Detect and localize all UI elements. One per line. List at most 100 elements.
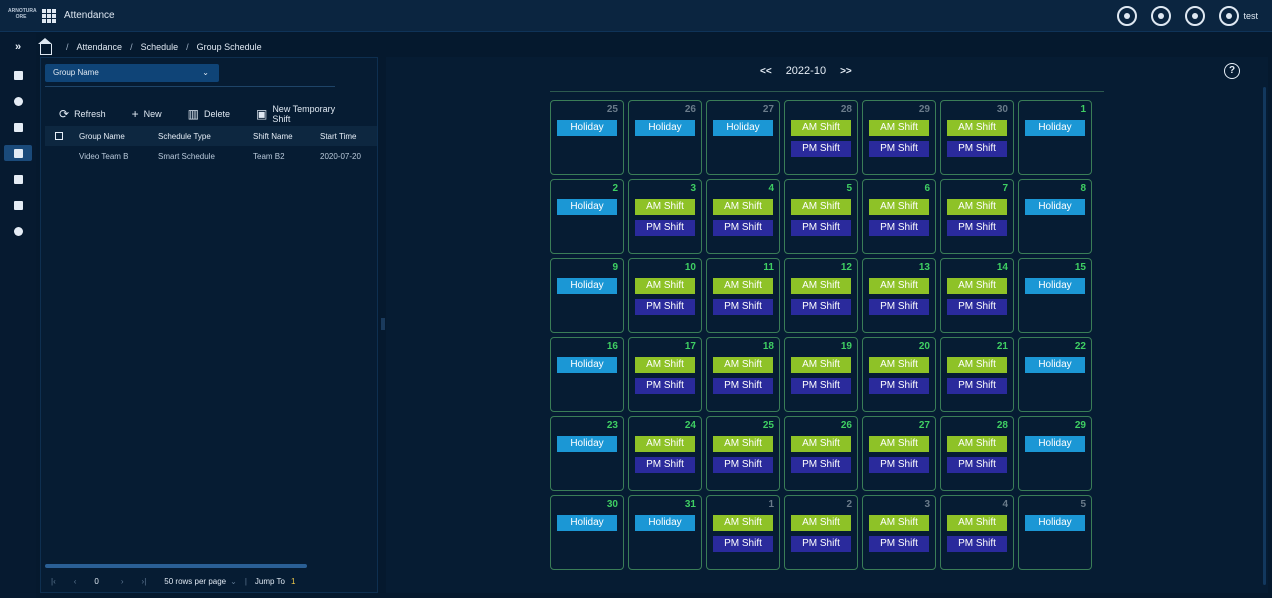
- next-page-icon[interactable]: ›: [121, 577, 124, 586]
- col-schedule-type[interactable]: Schedule Type: [158, 132, 211, 141]
- dashboard-icon[interactable]: [10, 67, 26, 83]
- breadcrumb-attendance[interactable]: Attendance: [77, 42, 123, 52]
- calendar-icon[interactable]: [4, 145, 32, 161]
- calendar-day-cell[interactable]: 25 AM Shift PM Shift: [706, 416, 780, 491]
- next-month-button[interactable]: >>: [840, 66, 852, 77]
- calendar-day-cell[interactable]: 30 AM Shift PM Shift: [940, 100, 1014, 175]
- am-shift-tag[interactable]: AM Shift: [947, 199, 1007, 215]
- calendar-day-cell[interactable]: 27 AM Shift PM Shift: [862, 416, 936, 491]
- pm-shift-tag[interactable]: PM Shift: [869, 220, 929, 236]
- am-shift-tag[interactable]: AM Shift: [635, 357, 695, 373]
- pm-shift-tag[interactable]: PM Shift: [635, 220, 695, 236]
- calendar-day-cell[interactable]: 21 AM Shift PM Shift: [940, 337, 1014, 412]
- holiday-shift-tag[interactable]: Holiday: [635, 120, 695, 136]
- chevron-down-icon[interactable]: ⌄: [230, 577, 237, 586]
- calendar-day-cell[interactable]: 4 AM Shift PM Shift: [706, 179, 780, 254]
- calendar-day-cell[interactable]: 4 AM Shift PM Shift: [940, 495, 1014, 570]
- calendar-day-cell[interactable]: 12 AM Shift PM Shift: [784, 258, 858, 333]
- schedule-icon[interactable]: [10, 171, 26, 187]
- am-shift-tag[interactable]: AM Shift: [713, 199, 773, 215]
- pm-shift-tag[interactable]: PM Shift: [713, 457, 773, 473]
- col-start-time[interactable]: Start Time: [320, 132, 356, 141]
- holiday-shift-tag[interactable]: Holiday: [557, 515, 617, 531]
- panel-splitter[interactable]: [381, 318, 385, 330]
- camera-icon[interactable]: [1117, 6, 1138, 26]
- holiday-shift-tag[interactable]: Holiday: [1025, 199, 1085, 215]
- calendar-day-cell[interactable]: 26 Holiday: [628, 100, 702, 175]
- holiday-shift-tag[interactable]: Holiday: [1025, 436, 1085, 452]
- table-row[interactable]: Video Team B Smart Schedule Team B2 2020…: [45, 146, 377, 166]
- am-shift-tag[interactable]: AM Shift: [869, 357, 929, 373]
- am-shift-tag[interactable]: AM Shift: [869, 120, 929, 136]
- holiday-shift-tag[interactable]: Holiday: [713, 120, 773, 136]
- calendar-day-cell[interactable]: 3 AM Shift PM Shift: [862, 495, 936, 570]
- holiday-shift-tag[interactable]: Holiday: [557, 199, 617, 215]
- calendar-day-cell[interactable]: 25 Holiday: [550, 100, 624, 175]
- notification-icon[interactable]: [1185, 6, 1206, 26]
- new-temporary-shift-button[interactable]: ▣ New Temporary Shift: [256, 104, 351, 124]
- holiday-shift-tag[interactable]: Holiday: [635, 515, 695, 531]
- prev-page-icon[interactable]: ‹: [74, 577, 77, 586]
- calendar-day-cell[interactable]: 1 Holiday: [1018, 100, 1092, 175]
- am-shift-tag[interactable]: AM Shift: [869, 278, 929, 294]
- calendar-day-cell[interactable]: 2 AM Shift PM Shift: [784, 495, 858, 570]
- calendar-day-cell[interactable]: 6 AM Shift PM Shift: [862, 179, 936, 254]
- am-shift-tag[interactable]: AM Shift: [947, 120, 1007, 136]
- calendar-day-cell[interactable]: 20 AM Shift PM Shift: [862, 337, 936, 412]
- calendar-day-cell[interactable]: 5 AM Shift PM Shift: [784, 179, 858, 254]
- prev-month-button[interactable]: <<: [760, 66, 772, 77]
- am-shift-tag[interactable]: AM Shift: [791, 357, 851, 373]
- holiday-shift-tag[interactable]: Holiday: [1025, 357, 1085, 373]
- holiday-shift-tag[interactable]: Holiday: [1025, 120, 1085, 136]
- pm-shift-tag[interactable]: PM Shift: [947, 378, 1007, 394]
- info-icon[interactable]: [10, 93, 26, 109]
- calendar-day-cell[interactable]: 28 AM Shift PM Shift: [784, 100, 858, 175]
- col-shift-name[interactable]: Shift Name: [253, 132, 293, 141]
- calendar-day-cell[interactable]: 9 Holiday: [550, 258, 624, 333]
- am-shift-tag[interactable]: AM Shift: [713, 357, 773, 373]
- pm-shift-tag[interactable]: PM Shift: [869, 299, 929, 315]
- am-shift-tag[interactable]: AM Shift: [869, 515, 929, 531]
- pm-shift-tag[interactable]: PM Shift: [791, 457, 851, 473]
- pm-shift-tag[interactable]: PM Shift: [869, 141, 929, 157]
- am-shift-tag[interactable]: AM Shift: [947, 357, 1007, 373]
- calendar-day-cell[interactable]: 11 AM Shift PM Shift: [706, 258, 780, 333]
- first-page-icon[interactable]: |‹: [51, 577, 56, 586]
- calendar-day-cell[interactable]: 1 AM Shift PM Shift: [706, 495, 780, 570]
- pm-shift-tag[interactable]: PM Shift: [791, 220, 851, 236]
- am-shift-tag[interactable]: AM Shift: [713, 278, 773, 294]
- report-icon[interactable]: [10, 197, 26, 213]
- calendar-day-cell[interactable]: 29 AM Shift PM Shift: [862, 100, 936, 175]
- pm-shift-tag[interactable]: PM Shift: [947, 536, 1007, 552]
- pm-shift-tag[interactable]: PM Shift: [947, 220, 1007, 236]
- am-shift-tag[interactable]: AM Shift: [635, 436, 695, 452]
- am-shift-tag[interactable]: AM Shift: [635, 199, 695, 215]
- am-shift-tag[interactable]: AM Shift: [635, 278, 695, 294]
- am-shift-tag[interactable]: AM Shift: [791, 278, 851, 294]
- calendar-day-cell[interactable]: 29 Holiday: [1018, 416, 1092, 491]
- pm-shift-tag[interactable]: PM Shift: [635, 378, 695, 394]
- am-shift-tag[interactable]: AM Shift: [869, 436, 929, 452]
- pm-shift-tag[interactable]: PM Shift: [713, 536, 773, 552]
- group-name-select[interactable]: Group Name ⌄: [45, 64, 219, 82]
- expand-icon[interactable]: »: [10, 39, 26, 55]
- pm-shift-tag[interactable]: PM Shift: [947, 141, 1007, 157]
- pm-shift-tag[interactable]: PM Shift: [635, 299, 695, 315]
- calendar-day-cell[interactable]: 3 AM Shift PM Shift: [628, 179, 702, 254]
- last-page-icon[interactable]: ›|: [142, 577, 147, 586]
- calendar-day-cell[interactable]: 24 AM Shift PM Shift: [628, 416, 702, 491]
- calendar-day-cell[interactable]: 28 AM Shift PM Shift: [940, 416, 1014, 491]
- pm-shift-tag[interactable]: PM Shift: [635, 457, 695, 473]
- calendar-day-cell[interactable]: 10 AM Shift PM Shift: [628, 258, 702, 333]
- new-button[interactable]: + New: [132, 107, 162, 121]
- calendar-day-cell[interactable]: 8 Holiday: [1018, 179, 1092, 254]
- pm-shift-tag[interactable]: PM Shift: [713, 378, 773, 394]
- calendar-day-cell[interactable]: 27 Holiday: [706, 100, 780, 175]
- am-shift-tag[interactable]: AM Shift: [947, 436, 1007, 452]
- pm-shift-tag[interactable]: PM Shift: [869, 536, 929, 552]
- am-shift-tag[interactable]: AM Shift: [791, 515, 851, 531]
- rows-per-page-select[interactable]: 50 rows per page: [164, 577, 226, 586]
- calendar-day-cell[interactable]: 7 AM Shift PM Shift: [940, 179, 1014, 254]
- calendar-day-cell[interactable]: 19 AM Shift PM Shift: [784, 337, 858, 412]
- jump-to-input[interactable]: 1: [291, 577, 295, 586]
